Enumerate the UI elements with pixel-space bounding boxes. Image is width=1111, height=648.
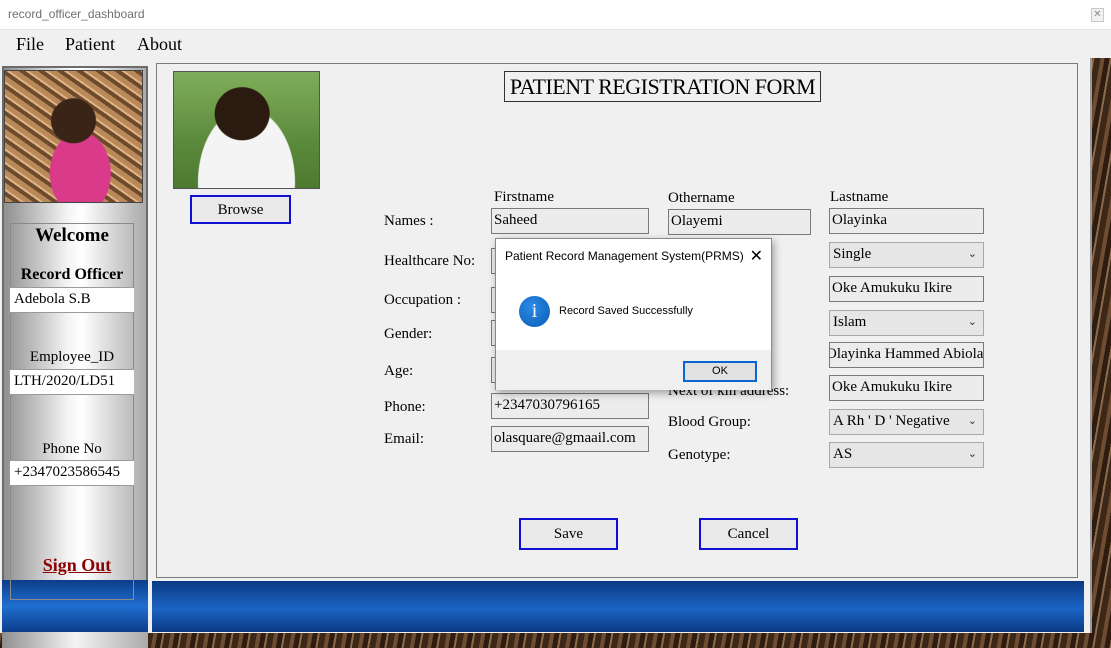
dialog-close-icon[interactable]: ✕ <box>750 246 763 266</box>
dialog-footer: OK <box>496 350 771 390</box>
address-input[interactable]: Oke Amukuku Ikire <box>829 276 984 302</box>
firstname-input[interactable]: Saheed <box>491 208 649 234</box>
dialog-title: Patient Record Management System(PRMS) <box>505 249 744 263</box>
firstname-header: Firstname <box>494 189 554 205</box>
officer-name-field: Adebola S.B <box>10 287 134 313</box>
patient-photo <box>173 71 320 189</box>
window-title: record_officer_dashboard <box>8 7 145 21</box>
phone-no-label: Phone No <box>42 441 102 457</box>
phone-label: Phone: <box>384 399 426 415</box>
marital-status-select[interactable]: Single ⌄ <box>829 242 984 268</box>
officer-phone-field: +2347023586545 <box>10 460 134 486</box>
email-input[interactable]: olasquare@gmaail.com <box>491 426 649 452</box>
chevron-down-icon: ⌄ <box>967 247 977 260</box>
dialog-message: Record Saved Successfully <box>559 305 693 317</box>
sign-out-link[interactable]: Sign Out <box>10 555 144 576</box>
next-of-kin-address-input[interactable]: Oke Amukuku Ikire <box>829 375 984 401</box>
blood-group-select[interactable]: A Rh ' D ' Negative ⌄ <box>829 409 984 435</box>
marital-status-value: Single <box>833 246 872 262</box>
othername-input[interactable]: Olayemi <box>668 209 811 235</box>
menu-file[interactable]: File <box>16 34 44 55</box>
cancel-button[interactable]: Cancel <box>699 518 798 550</box>
form-footer-band <box>152 581 1084 632</box>
genotype-value: AS <box>833 446 853 462</box>
genotype-label: Genotype: <box>668 447 731 463</box>
genotype-select[interactable]: AS ⌄ <box>829 442 984 468</box>
lastname-input[interactable]: Olayinka <box>829 208 984 234</box>
email-label: Email: <box>384 431 424 447</box>
blood-group-value: A Rh ' D ' Negative <box>833 413 950 429</box>
next-of-kin-input[interactable]: Olayinka Hammed Abiola <box>829 342 984 368</box>
phone-input[interactable]: +2347030796165 <box>491 393 649 419</box>
next-of-kin-value: Olayinka Hammed Abiola <box>829 346 984 362</box>
employee-id-label: Employee_ID <box>29 349 115 365</box>
window-close-icon[interactable]: ✕ <box>1091 8 1104 22</box>
menu-about[interactable]: About <box>137 34 182 55</box>
gender-label: Gender: <box>384 326 433 342</box>
ok-button[interactable]: OK <box>683 361 757 382</box>
chevron-down-icon: ⌄ <box>967 414 977 427</box>
menu-patient[interactable]: Patient <box>65 34 115 55</box>
browse-button[interactable]: Browse <box>190 195 291 224</box>
blood-group-label: Blood Group: <box>668 414 751 430</box>
info-icon: i <box>519 296 550 327</box>
religion-value: Islam <box>833 314 867 330</box>
save-button[interactable]: Save <box>519 518 618 550</box>
occupation-label: Occupation : <box>384 292 462 308</box>
menu-bar: File Patient About <box>0 30 1111 58</box>
sidebar-footer-strip <box>2 632 148 648</box>
officer-photo <box>4 70 143 203</box>
othername-header: Othername <box>668 190 735 206</box>
message-dialog: Patient Record Management System(PRMS) ✕… <box>495 238 772 390</box>
title-bar: record_officer_dashboard ✕ <box>0 0 1111 30</box>
employee-id-field: LTH/2020/LD51 <box>10 369 134 395</box>
lastname-header: Lastname <box>830 189 889 205</box>
welcome-heading: Welcome <box>35 225 109 246</box>
chevron-down-icon: ⌄ <box>967 315 977 328</box>
form-title: PATIENT REGISTRATION FORM <box>504 71 821 102</box>
names-label: Names : <box>384 213 434 229</box>
chevron-down-icon: ⌄ <box>967 447 977 460</box>
religion-select[interactable]: Islam ⌄ <box>829 310 984 336</box>
age-label: Age: <box>384 363 414 379</box>
role-label: Record Officer <box>20 266 124 283</box>
healthcare-no-label: Healthcare No: <box>384 253 476 269</box>
